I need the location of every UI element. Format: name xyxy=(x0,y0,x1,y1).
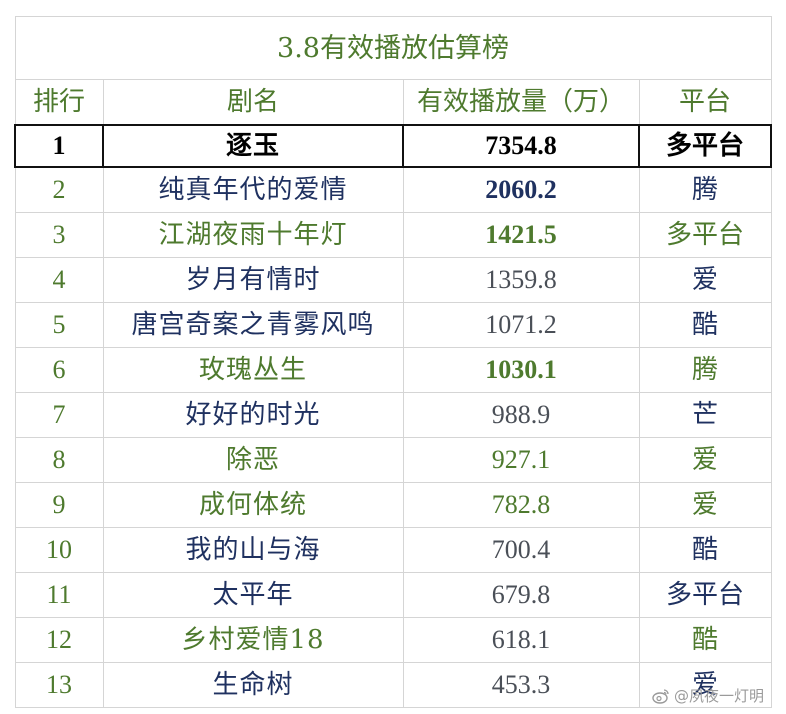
drama-name: 江湖夜雨十年灯 xyxy=(158,220,348,250)
rank-cell: 1 xyxy=(14,124,104,168)
rank-cell: 11 xyxy=(14,572,104,618)
platform-cell: 腾 xyxy=(638,166,772,213)
drama-name: 生命树 xyxy=(212,670,294,700)
name-cell: 好好的时光 xyxy=(102,392,404,438)
drama-name: 岁月有情时 xyxy=(185,265,321,295)
views-cell: 927.1 xyxy=(402,437,640,483)
rank-cell: 6 xyxy=(14,347,104,393)
views-cell: 618.1 xyxy=(402,617,640,663)
header-name: 剧名 xyxy=(102,79,404,126)
name-cell: 成何体统 xyxy=(102,482,404,528)
platform-cell: 爱 xyxy=(638,437,772,483)
rank-cell: 8 xyxy=(14,437,104,483)
views-cell: 7354.8 xyxy=(402,124,640,168)
table-row: 10 我的山与海 700.4 酷 xyxy=(14,527,772,573)
table-row: 12 乡村爱情18 618.1 酷 xyxy=(14,617,772,663)
views-cell: 679.8 xyxy=(402,572,640,618)
ranking-table: 3.8有效播放估算榜 排行 剧名 有效播放量（万） 平台 1 逐玉 7354.8… xyxy=(14,16,773,708)
header-rank: 排行 xyxy=(14,79,104,126)
rank-cell: 10 xyxy=(14,527,104,573)
views-cell: 1071.2 xyxy=(402,302,640,348)
table-row: 4 岁月有情时 1359.8 爱 xyxy=(14,257,772,303)
views-cell: 1030.1 xyxy=(402,347,640,393)
views-cell: 2060.2 xyxy=(402,166,640,213)
rank-cell: 2 xyxy=(14,166,104,213)
drama-name: 纯真年代的爱情 xyxy=(158,175,348,205)
platform-cell: 酷 xyxy=(638,527,772,573)
watermark: @夙夜一灯明 xyxy=(652,685,764,706)
table-row: 3 江湖夜雨十年灯 1421.5 多平台 xyxy=(14,212,772,258)
name-cell: 玫瑰丛生 xyxy=(102,347,404,393)
platform-cell: 腾 xyxy=(638,347,772,393)
platform-cell: 多平台 xyxy=(637,124,773,168)
rank-cell: 12 xyxy=(14,617,104,663)
table-row: 11 太平年 679.8 多平台 xyxy=(14,572,772,618)
table-title: 3.8有效播放估算榜 xyxy=(14,16,772,80)
platform-cell: 爱 xyxy=(638,482,772,528)
table-row: 9 成何体统 782.8 爱 xyxy=(14,482,772,528)
table-row: 6 玫瑰丛生 1030.1 腾 xyxy=(14,347,772,393)
name-cell: 岁月有情时 xyxy=(102,257,404,303)
name-cell: 生命树 xyxy=(102,662,404,708)
name-cell: 纯真年代的爱情 xyxy=(102,166,404,213)
views-cell: 988.9 xyxy=(402,392,640,438)
title-row: 3.8有效播放估算榜 xyxy=(14,16,772,80)
name-cell: 唐宫奇案之青雾风鸣 xyxy=(102,302,404,348)
platform-cell: 酷 xyxy=(638,617,772,663)
views-cell: 1421.5 xyxy=(402,212,640,258)
drama-name: 逐玉 xyxy=(225,131,280,161)
views-cell: 1359.8 xyxy=(402,257,640,303)
platform-cell: 多平台 xyxy=(638,572,772,618)
table-row: 8 除恶 927.1 爱 xyxy=(14,437,772,483)
drama-name: 唐宫奇案之青雾风鸣 xyxy=(131,310,375,340)
platform-cell: 酷 xyxy=(638,302,772,348)
drama-name: 太平年 xyxy=(212,580,294,610)
name-cell: 太平年 xyxy=(102,572,404,618)
table-row: 1 逐玉 7354.8 多平台 xyxy=(14,124,773,168)
name-cell: 江湖夜雨十年灯 xyxy=(102,212,404,258)
rank-cell: 7 xyxy=(14,392,104,438)
platform-cell: 多平台 xyxy=(638,212,772,258)
drama-name: 除恶 xyxy=(225,445,280,475)
platform-cell: 爱 xyxy=(638,257,772,303)
header-views: 有效播放量（万） xyxy=(402,79,640,126)
watermark-text: @夙夜一灯明 xyxy=(673,687,764,705)
views-cell: 700.4 xyxy=(402,527,640,573)
drama-name: 我的山与海 xyxy=(185,535,321,565)
name-cell: 乡村爱情18 xyxy=(102,617,404,663)
weibo-icon xyxy=(652,688,670,704)
platform-cell: 芒 xyxy=(638,392,772,438)
rank-cell: 9 xyxy=(14,482,104,528)
drama-name: 成何体统 xyxy=(198,490,307,520)
rank-cell: 4 xyxy=(14,257,104,303)
table-row: 2 纯真年代的爱情 2060.2 腾 xyxy=(14,166,772,213)
name-cell: 逐玉 xyxy=(102,124,404,168)
table-row: 7 好好的时光 988.9 芒 xyxy=(14,392,772,438)
table-row: 5 唐宫奇案之青雾风鸣 1071.2 酷 xyxy=(14,302,772,348)
rank-cell: 3 xyxy=(14,212,104,258)
rank-cell: 13 xyxy=(14,662,104,708)
rank-cell: 5 xyxy=(14,302,104,348)
name-cell: 我的山与海 xyxy=(102,527,404,573)
views-cell: 782.8 xyxy=(402,482,640,528)
name-cell: 除恶 xyxy=(102,437,404,483)
drama-name: 乡村爱情18 xyxy=(181,625,325,655)
views-cell: 453.3 xyxy=(402,662,640,708)
header-platform: 平台 xyxy=(638,79,772,126)
drama-name: 好好的时光 xyxy=(185,400,321,430)
ranking-sheet: 3.8有效播放估算榜 排行 剧名 有效播放量（万） 平台 1 逐玉 7354.8… xyxy=(14,16,773,708)
header-row: 排行 剧名 有效播放量（万） 平台 xyxy=(14,79,772,126)
drama-name: 玫瑰丛生 xyxy=(198,355,307,385)
